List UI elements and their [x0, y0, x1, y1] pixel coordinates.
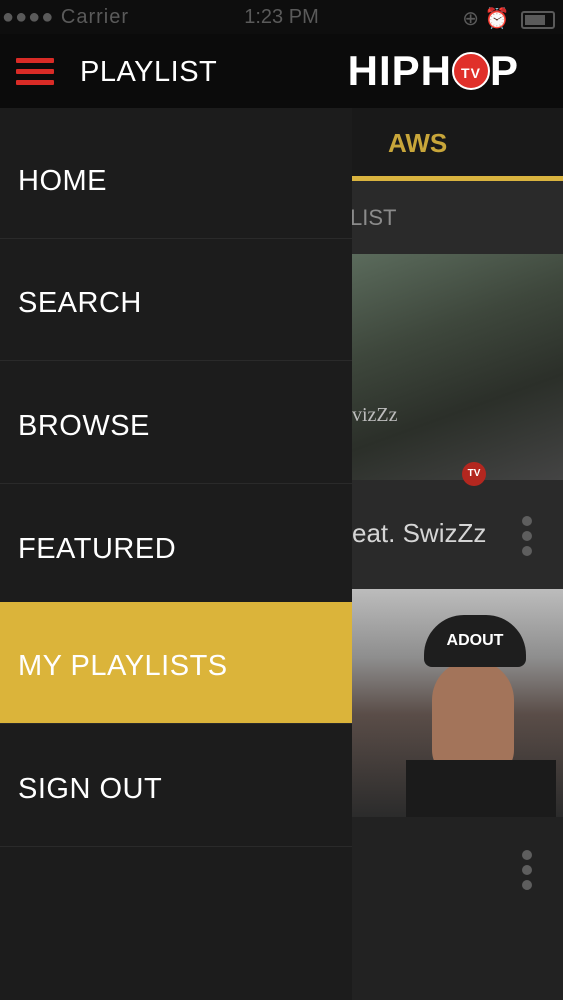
video-info-area: [352, 817, 563, 1000]
more-options-icon[interactable]: [522, 516, 532, 556]
drawer-item-label: MY PLAYLISTS: [18, 650, 228, 682]
status-bar: ●●●● Carrier 1:23 PM ⊕ ⏰: [0, 0, 563, 34]
drawer-item-featured[interactable]: FEATURED: [0, 485, 352, 607]
tab-bar: [352, 108, 563, 180]
drawer-item-label: HOME: [18, 165, 107, 197]
video-title[interactable]: eat. SwizZz: [352, 518, 486, 549]
more-options-icon[interactable]: [522, 850, 532, 890]
logo-tv-badge: TV: [451, 52, 490, 90]
hiphop-tv-logo[interactable]: HIPH TV P: [348, 48, 519, 94]
app-header: PLAYLIST HIPH TV P: [0, 34, 563, 108]
battery-icon: [521, 10, 555, 29]
tv-badge-icon: TV: [462, 462, 486, 486]
tab-label[interactable]: AWS: [388, 128, 447, 159]
section-label: LIST: [350, 205, 397, 230]
drawer-item-label: FEATURED: [18, 533, 177, 565]
logo-text-left: HIPH: [347, 47, 452, 94]
drawer-item-sign-out[interactable]: SIGN OUT: [0, 725, 352, 847]
status-extra-icons: ⊕ ⏰: [462, 8, 510, 30]
drawer-item-label: BROWSE: [18, 410, 150, 442]
drawer-item-label: SEARCH: [18, 287, 142, 319]
drawer-item-search[interactable]: SEARCH: [0, 239, 352, 361]
video-thumbnail-text: vizZz: [352, 404, 398, 426]
tab-underline: [352, 176, 563, 181]
drawer-item-my-playlists[interactable]: MY PLAYLISTS: [0, 602, 352, 724]
drawer-item-home[interactable]: HOME: [0, 117, 352, 239]
video-thumbnail[interactable]: [352, 254, 563, 480]
drawer-item-browse[interactable]: BROWSE: [0, 362, 352, 484]
thumbnail-shirt: [406, 760, 556, 817]
page-title: PLAYLIST: [80, 56, 218, 88]
drawer-item-label: SIGN OUT: [18, 773, 163, 805]
thumbnail-cap: ADOUT: [424, 615, 526, 667]
logo-text-right: P: [489, 47, 519, 94]
menu-icon[interactable]: [16, 58, 54, 86]
side-drawer: HOME SEARCH BROWSE FEATURED MY PLAYLISTS…: [0, 108, 352, 1000]
status-icons: ⊕ ⏰: [462, 6, 555, 31]
